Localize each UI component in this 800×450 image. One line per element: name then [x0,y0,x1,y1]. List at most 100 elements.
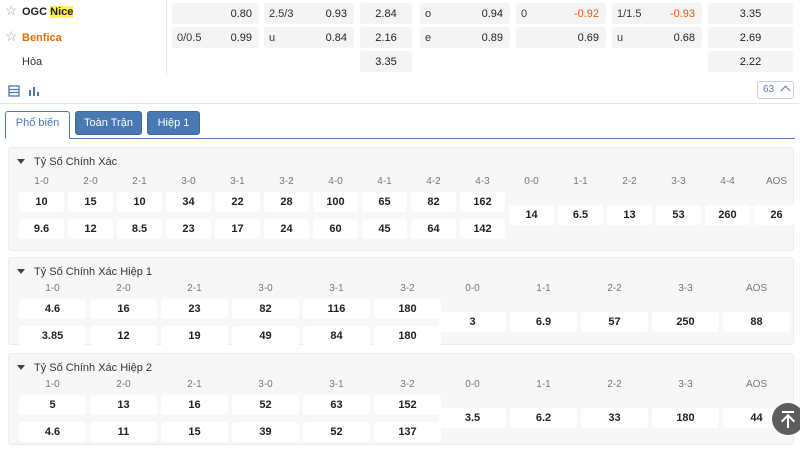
score-odds-cell[interactable]: 9.6 [19,219,64,239]
score-odds-cell[interactable]: 260 [705,205,750,225]
team-home-name[interactable]: OGC Nice [22,6,74,18]
score-odds-cell[interactable]: 15 [161,422,228,442]
score-odds-cell[interactable]: 3.5 [439,408,506,428]
odds-cell[interactable]: u 0.84 [264,27,354,48]
collapse-caret-icon [17,159,25,164]
score-label: 3-1 [329,379,344,390]
score-odds-cell[interactable]: 100 [313,192,358,212]
score-odds-cell[interactable]: 142 [460,219,505,239]
score-odds-cell[interactable]: 250 [652,312,719,332]
score-odds-cell[interactable]: 6.9 [510,312,577,332]
score-odds-cell[interactable]: 8.5 [117,219,162,239]
score-odds-cell[interactable]: 15 [68,192,113,212]
collapse-caret-icon [17,365,25,370]
team-away-name[interactable]: Benfica [22,32,62,44]
score-odds-cell[interactable]: 23 [161,299,228,319]
odds-cell[interactable]: o 0.94 [420,3,510,24]
odds-cell[interactable]: 1/1.5 -0.93 [612,3,702,24]
score-label: 0-0 [524,176,539,187]
score-odds-cell[interactable]: 16 [161,395,228,415]
score-label: 4-3 [475,176,490,187]
score-odds-cell[interactable]: 13 [90,395,157,415]
section-header[interactable]: Tỷ Số Chính Xác [17,156,117,168]
score-odds-cell[interactable]: 28 [264,192,309,212]
score-odds-cell[interactable]: 152 [374,395,441,415]
score-odds-cell[interactable]: 82 [232,299,299,319]
score-odds-cell[interactable]: 6.5 [558,205,603,225]
odds-cell[interactable]: 2.84 [360,3,412,24]
score-odds-cell[interactable]: 11 [90,422,157,442]
score-odds-cell[interactable]: 33 [581,408,648,428]
team-row-away: ☆ Benfica [0,26,165,50]
odds-cell[interactable]: 0/0.5 0.99 [172,27,259,48]
favorite-star-icon[interactable]: ☆ [5,3,18,17]
score-odds-cell[interactable]: 64 [411,219,456,239]
score-odds-cell[interactable]: 24 [264,219,309,239]
odds-cell[interactable]: e 0.89 [420,27,510,48]
score-odds-cell[interactable]: 180 [652,408,719,428]
score-odds-cell[interactable]: 45 [362,219,407,239]
score-odds-cell[interactable]: 10 [117,192,162,212]
odds-cell[interactable]: 0.69 [516,27,606,48]
score-odds-cell[interactable]: 137 [374,422,441,442]
score-odds-cell[interactable]: 34 [166,192,211,212]
favorite-star-icon[interactable]: ☆ [5,29,18,43]
section-header[interactable]: Tỷ Số Chính Xác Hiệp 2 [17,362,152,374]
list-view-icon[interactable] [7,84,21,98]
section-header[interactable]: Tỷ Số Chính Xác Hiệp 1 [17,266,152,278]
odds-cell[interactable]: 0 -0.92 [516,3,606,24]
score-odds-cell[interactable]: 88 [723,312,790,332]
odds-cell[interactable]: 3.35 [360,51,412,72]
score-odds-cell[interactable]: 17 [215,219,260,239]
score-odds-cell[interactable]: 52 [232,395,299,415]
score-odds-cell[interactable]: 65 [362,192,407,212]
score-odds-cell[interactable]: 63 [303,395,370,415]
tab-full-match[interactable]: Toàn Trận [75,111,142,135]
score-label: 1-1 [536,379,551,390]
tab-half-1[interactable]: Hiệp 1 [147,111,200,135]
score-odds-cell[interactable]: 12 [68,219,113,239]
score-odds-cell[interactable]: 84 [303,326,370,346]
odds-cell[interactable]: 3.35 [708,3,793,24]
score-odds-cell[interactable]: 180 [374,326,441,346]
odds-cell[interactable]: 2.69 [708,27,793,48]
score-odds-cell[interactable]: 3.85 [19,326,86,346]
score-odds-cell[interactable]: 39 [232,422,299,442]
score-odds-cell[interactable]: 6.2 [510,408,577,428]
score-odds-cell[interactable]: 3 [439,312,506,332]
score-odds-cell[interactable]: 26 [754,205,799,225]
score-odds-cell[interactable]: 53 [656,205,701,225]
score-odds-cell[interactable]: 4.6 [19,422,86,442]
score-odds-cell[interactable]: 116 [303,299,370,319]
odds-cell[interactable]: 2.16 [360,27,412,48]
chart-view-icon[interactable] [27,84,41,98]
odds-cell[interactable]: 2.22 [708,51,793,72]
tab-popular[interactable]: Phổ biến [5,111,70,139]
section-correct-score: Tỷ Số Chính Xác 1-0 10 9.6 2-0 15 12 2-1 10 8.5 3-… [8,147,799,251]
score-label: 2-0 [116,283,131,294]
odds-cell[interactable]: u 0.68 [612,27,702,48]
odds-cell[interactable]: 0.80 [172,3,259,24]
score-odds-cell[interactable]: 180 [374,299,441,319]
score-odds-cell[interactable]: 13 [607,205,652,225]
score-odds-cell[interactable]: 16 [90,299,157,319]
score-odds-cell[interactable]: 22 [215,192,260,212]
score-odds-cell[interactable]: 57 [581,312,648,332]
score-odds-cell[interactable]: 19 [161,326,228,346]
score-odds-cell[interactable]: 162 [460,192,505,212]
score-odds-cell[interactable]: 12 [90,326,157,346]
scroll-to-top-button[interactable] [772,403,800,435]
score-odds-cell[interactable]: 82 [411,192,456,212]
score-odds-cell[interactable]: 23 [166,219,211,239]
score-odds-cell[interactable]: 10 [19,192,64,212]
odds-cell[interactable]: 2.5/3 0.93 [264,3,354,24]
score-odds-cell[interactable]: 52 [303,422,370,442]
score-odds-cell[interactable]: 49 [232,326,299,346]
score-odds-cell[interactable]: 5 [19,395,86,415]
divider [166,0,167,75]
score-odds-cell[interactable]: 4.6 [19,299,86,319]
score-odds-cell[interactable]: 60 [313,219,358,239]
score-odds-cell[interactable]: 14 [509,205,554,225]
score-label: 3-2 [400,379,415,390]
market-count-toggle[interactable]: 63 [757,81,794,99]
